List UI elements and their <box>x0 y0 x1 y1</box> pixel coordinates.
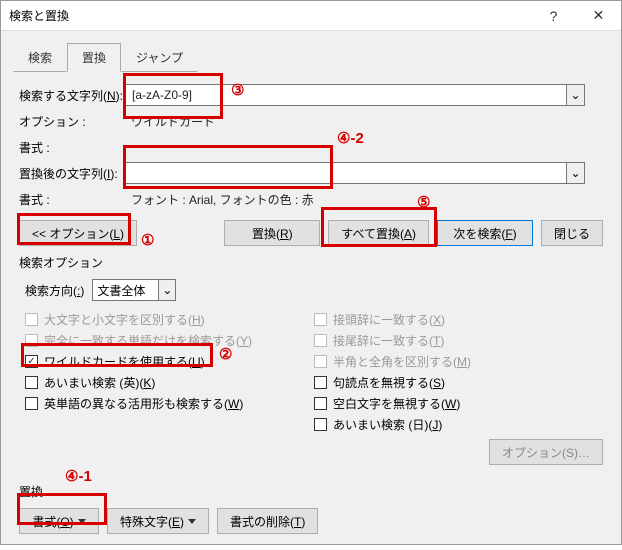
find-format-label: 書式 : <box>19 139 125 156</box>
close-dialog-button[interactable]: 閉じる <box>541 220 603 246</box>
check-punct[interactable]: 句読点を無視する(S) <box>314 374 603 391</box>
help-button[interactable]: ? <box>531 1 576 31</box>
tab-search[interactable]: 検索 <box>13 43 67 72</box>
dropdown-icon[interactable]: ⌄ <box>158 280 175 300</box>
direction-select[interactable]: 文書全体 ⌄ <box>92 279 176 301</box>
find-what-label: 検索する文字列(N): <box>19 87 125 104</box>
options-value: ワイルドカード <box>125 113 215 130</box>
replace-format-label: 書式 : <box>19 191 125 208</box>
replace-all-button[interactable]: すべて置換(A) <box>328 220 429 246</box>
check-fuzzy-jp[interactable]: あいまい検索 (日)(J) <box>314 416 603 433</box>
check-sounds-like[interactable]: あいまい検索 (英)(K) <box>25 374 314 391</box>
tab-bar: 検索 置換 ジャンプ <box>1 31 621 72</box>
no-format-button[interactable]: 書式の削除(T) <box>217 508 318 534</box>
dropdown-icon[interactable]: ⌄ <box>566 163 584 183</box>
tab-jump[interactable]: ジャンプ <box>121 43 198 72</box>
search-options-heading: 検索オプション <box>19 254 603 271</box>
close-button[interactable]: ✕ <box>576 1 621 31</box>
check-wildcards[interactable]: ✓ワイルドカードを使用する(U) <box>25 353 314 370</box>
dropdown-triangle-icon <box>188 519 196 524</box>
options-toggle-button[interactable]: << オプション(L) <box>19 220 137 246</box>
find-next-button[interactable]: 次を検索(F) <box>437 220 533 246</box>
check-whole-word: 完全に一致する単語だけを検索する(Y) <box>25 332 314 349</box>
check-suffix: 接尾辞に一致する(T) <box>314 332 603 349</box>
replace-group-heading: 置換 <box>19 483 603 500</box>
window-title: 検索と置換 <box>9 7 531 24</box>
direction-label: 検索方向(:) <box>25 282 84 299</box>
tab-replace[interactable]: 置換 <box>67 43 121 72</box>
check-word-forms[interactable]: 英単語の異なる活用形も検索する(W) <box>25 395 314 412</box>
replace-button[interactable]: 置換(R) <box>224 220 320 246</box>
check-match-case: 大文字と小文字を区別する(H) <box>25 311 314 328</box>
format-button[interactable]: 書式(O) <box>19 508 99 534</box>
replace-with-label: 置換後の文字列(I): <box>19 165 125 182</box>
check-icon: ✓ <box>27 357 35 367</box>
find-what-value: [a-zA-Z0-9] <box>130 88 192 102</box>
options-label: オプション : <box>19 113 125 130</box>
find-what-input[interactable]: [a-zA-Z0-9] ⌄ <box>125 84 585 106</box>
options-s-button: オプション(S)… <box>489 439 603 465</box>
check-half-full: 半角と全角を区別する(M) <box>314 353 603 370</box>
check-prefix: 接頭辞に一致する(X) <box>314 311 603 328</box>
titlebar: 検索と置換 ? ✕ <box>1 1 621 31</box>
special-button[interactable]: 特殊文字(E) <box>107 508 209 534</box>
replace-format-value: フォント : Arial, フォントの色 : 赤 <box>125 191 314 208</box>
check-white[interactable]: 空白文字を無視する(W) <box>314 395 603 412</box>
replace-with-input[interactable]: ⌄ <box>125 162 585 184</box>
dropdown-icon[interactable]: ⌄ <box>566 85 584 105</box>
dropdown-triangle-icon <box>78 519 86 524</box>
